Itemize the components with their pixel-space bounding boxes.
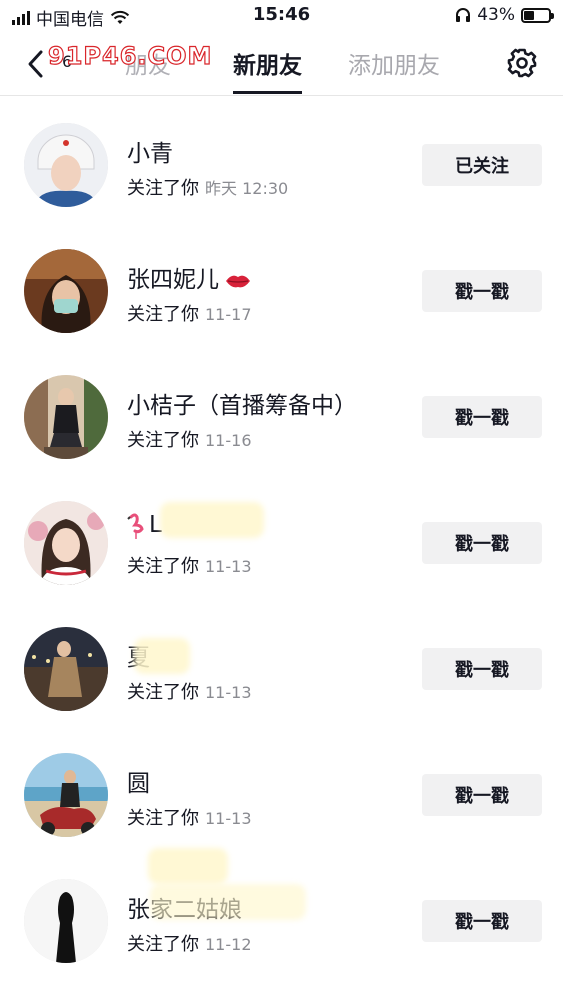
follow-text: 关注了你 (127, 808, 199, 829)
battery-fill (524, 10, 534, 20)
follow-info: 关注了你 11-13 (127, 552, 252, 578)
battery-icon (521, 7, 554, 23)
gear-icon (507, 48, 537, 78)
friend-name[interactable]: 小桔子（首播筹备中） (127, 386, 357, 420)
redaction-mark (150, 884, 306, 920)
friend-name[interactable]: 张四妮儿 (127, 260, 251, 294)
follow-date: 昨天 12:30 (205, 179, 289, 198)
follow-text: 关注了你 (127, 304, 199, 325)
avatar-image (24, 375, 108, 459)
chevron-left-icon (28, 50, 43, 78)
watermark: 91P46.COM (47, 41, 213, 70)
battery-percent: 43% (477, 5, 515, 25)
follow-date: 11-12 (205, 935, 252, 954)
tab-new-friends[interactable]: 新朋友 (233, 46, 302, 94)
follow-date: 11-13 (205, 557, 252, 576)
avatar-image (24, 627, 108, 711)
follow-info: 关注了你 11-13 (127, 678, 252, 704)
avatar-image (24, 753, 108, 837)
poke-button[interactable]: 戳一戳 (422, 396, 542, 438)
lips-icon (226, 275, 250, 287)
status-bar: 中国电信 15:46 43% (0, 0, 563, 32)
redaction-mark (160, 502, 264, 538)
status-right: 43% (455, 5, 554, 25)
avatar[interactable] (24, 375, 108, 459)
avatar-image (24, 249, 108, 333)
follow-info: 关注了你 11-13 (127, 804, 252, 830)
list-item[interactable]: 小桔子（首播筹备中） 关注了你 11-16 戳一戳 (0, 356, 563, 482)
follow-date: 11-16 (205, 431, 252, 450)
avatar[interactable] (24, 627, 108, 711)
list-item[interactable]: 张家二姑娘 关注了你11-12 戳一戳 (0, 860, 563, 986)
avatar[interactable] (24, 753, 108, 837)
friend-name[interactable]: 圆 (127, 764, 150, 798)
follow-date: 11-13 (205, 683, 252, 702)
follow-info: 关注了你 11-12 (127, 930, 252, 956)
follow-info: 关注了你 11-16 (127, 426, 252, 452)
follow-text: 关注了你 (127, 430, 199, 451)
list-item[interactable]: 圆 关注了你 11-13 戳一戳 (0, 734, 563, 884)
flamingo-icon (127, 513, 144, 539)
follow-text: 关注了你 (127, 556, 199, 577)
poke-button[interactable]: 戳一戳 (422, 270, 542, 312)
follow-info: 关注了你 昨天 12:30 (127, 174, 288, 200)
list-item[interactable]: L 关注了你 11-13 戳一戳 (0, 482, 563, 608)
friend-name-text: 张四妮儿 (127, 267, 219, 293)
follow-date: 11-17 (205, 305, 252, 324)
follow-text: 关注了你 (127, 934, 199, 955)
settings-button[interactable] (505, 46, 539, 80)
tab-add-friends[interactable]: 添加朋友 (348, 46, 440, 94)
avatar-image (24, 501, 108, 585)
follow-text: 关注了你 (127, 682, 199, 703)
avatar-image (24, 879, 108, 963)
list-item[interactable]: 夏 关注了你11-13 戳一戳 (0, 608, 563, 734)
friend-name[interactable]: L (127, 512, 162, 539)
avatar[interactable] (24, 249, 108, 333)
follow-info: 关注了你 11-17 (127, 300, 252, 326)
poke-button[interactable]: 戳一戳 (422, 774, 542, 816)
poke-button[interactable]: 戳一戳 (422, 522, 542, 564)
avatar[interactable] (24, 501, 108, 585)
follow-text: 关注了你 (127, 178, 199, 199)
avatar-image (24, 123, 108, 207)
headphones-icon (456, 8, 471, 22)
followed-button[interactable]: 已关注 (422, 144, 542, 186)
poke-button[interactable]: 戳一戳 (422, 648, 542, 690)
friend-name[interactable]: 小青 (127, 134, 173, 168)
follow-date: 11-13 (205, 809, 252, 828)
poke-button[interactable]: 戳一戳 (422, 900, 542, 942)
list-item[interactable]: 小青 关注了你 昨天 12:30 已关注 (0, 104, 563, 230)
redaction-mark (134, 638, 190, 674)
avatar[interactable] (24, 123, 108, 207)
list-item[interactable]: 张四妮儿 关注了你 11-17 戳一戳 (0, 230, 563, 356)
avatar[interactable] (24, 879, 108, 963)
